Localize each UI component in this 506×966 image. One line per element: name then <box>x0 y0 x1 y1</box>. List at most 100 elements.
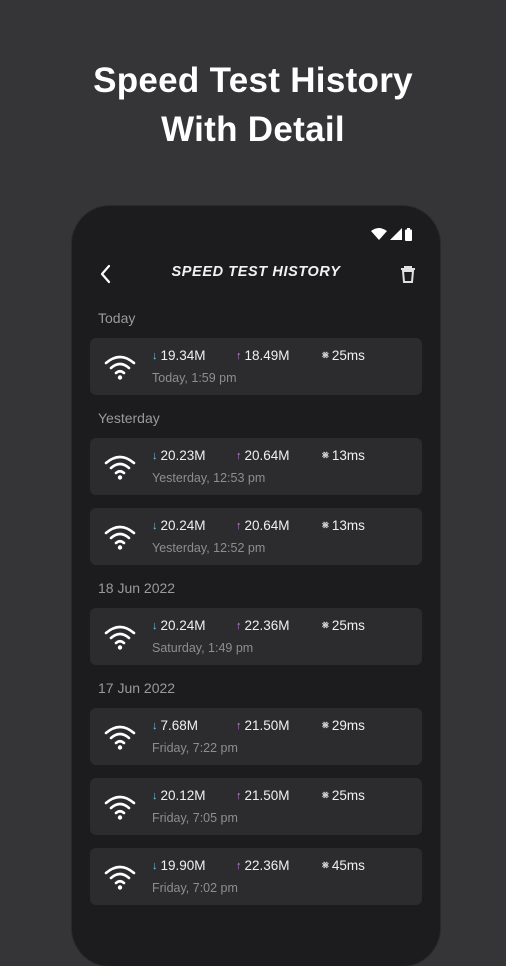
ping-value: 13ms <box>331 518 365 533</box>
ping-icon: ⨳ <box>322 619 329 631</box>
history-entry[interactable]: ↓ 7.68M ↑ 21.50M ⨳ 29ms Friday, 7:22 pm <box>90 708 422 765</box>
wifi-icon <box>104 725 136 750</box>
arrow-up-icon: ↑ <box>236 619 242 632</box>
wifi-icon <box>104 865 136 890</box>
headline-line-2: With Detail <box>161 110 345 149</box>
promo-headline: Speed Test History With Detail <box>0 56 506 154</box>
history-entry[interactable]: ↓ 19.90M ↑ 22.36M ⨳ 45ms Friday, 7:02 pm <box>90 848 422 905</box>
ping-metric: ⨳ 45ms <box>322 858 365 873</box>
history-entry[interactable]: ↓ 19.34M ↑ 18.49M ⨳ 25ms Today, 1:59 pm <box>90 338 422 395</box>
entry-timestamp: Friday, 7:05 pm <box>152 811 238 825</box>
signal-icon <box>390 228 402 240</box>
history-entry[interactable]: ↓ 20.12M ↑ 21.50M ⨳ 25ms Friday, 7:05 pm <box>90 778 422 835</box>
download-metric: ↓ 7.68M <box>152 718 236 733</box>
entry-metrics: ↓ 19.90M ↑ 22.36M ⨳ 45ms <box>152 858 365 873</box>
arrow-down-icon: ↓ <box>152 789 158 802</box>
entry-metrics: ↓ 20.23M ↑ 20.64M ⨳ 13ms <box>152 448 365 463</box>
wifi-icon <box>104 525 136 550</box>
download-metric: ↓ 20.24M <box>152 518 236 533</box>
upload-value: 20.64M <box>244 518 290 533</box>
download-value: 20.24M <box>160 518 206 533</box>
ping-icon: ⨳ <box>322 719 329 731</box>
download-value: 20.12M <box>160 788 206 803</box>
group-header: Today <box>98 310 136 326</box>
arrow-down-icon: ↓ <box>152 619 158 632</box>
entry-timestamp: Friday, 7:22 pm <box>152 741 238 755</box>
ping-value: 29ms <box>331 718 365 733</box>
entry-timestamp: Friday, 7:02 pm <box>152 881 238 895</box>
page-title: SPEED TEST HISTORY <box>171 264 341 280</box>
arrow-down-icon: ↓ <box>152 719 158 732</box>
entry-metrics: ↓ 19.34M ↑ 18.49M ⨳ 25ms <box>152 348 365 363</box>
wifi-icon <box>104 625 136 650</box>
group-header: Yesterday <box>98 410 160 426</box>
ping-metric: ⨳ 13ms <box>322 518 365 533</box>
download-metric: ↓ 19.34M <box>152 348 236 363</box>
headline-line-1: Speed Test History <box>93 61 413 100</box>
history-list: Today ↓ 19.34M ↑ 18.49M ⨳ 25ms Today, 1:59 pm Y… <box>72 302 440 918</box>
upload-metric: ↑ 21.50M <box>236 718 322 733</box>
arrow-down-icon: ↓ <box>152 519 158 532</box>
ping-icon: ⨳ <box>322 449 329 461</box>
ping-metric: ⨳ 25ms <box>322 788 365 803</box>
ping-metric: ⨳ 13ms <box>322 448 365 463</box>
upload-value: 22.36M <box>244 618 290 633</box>
ping-metric: ⨳ 29ms <box>322 718 365 733</box>
arrow-down-icon: ↓ <box>152 349 158 362</box>
history-entry[interactable]: ↓ 20.24M ↑ 20.64M ⨳ 13ms Yesterday, 12:52 pm <box>90 508 422 565</box>
entry-metrics: ↓ 7.68M ↑ 21.50M ⨳ 29ms <box>152 718 365 733</box>
delete-history-button[interactable] <box>396 262 420 286</box>
history-entry[interactable]: ↓ 20.24M ↑ 22.36M ⨳ 25ms Saturday, 1:49 pm <box>90 608 422 665</box>
entry-timestamp: Saturday, 1:49 pm <box>152 641 254 655</box>
ping-icon: ⨳ <box>322 859 329 871</box>
arrow-down-icon: ↓ <box>152 859 158 872</box>
entry-timestamp: Yesterday, 12:53 pm <box>152 471 266 485</box>
app-bar: SPEED TEST HISTORY <box>72 254 440 294</box>
download-value: 7.68M <box>160 718 199 733</box>
download-metric: ↓ 20.23M <box>152 448 236 463</box>
ping-value: 13ms <box>331 448 365 463</box>
entry-metrics: ↓ 20.24M ↑ 22.36M ⨳ 25ms <box>152 618 365 633</box>
download-value: 19.90M <box>160 858 206 873</box>
upload-metric: ↑ 20.64M <box>236 518 322 533</box>
ping-value: 45ms <box>331 858 365 873</box>
ping-metric: ⨳ 25ms <box>322 348 365 363</box>
entry-timestamp: Yesterday, 12:52 pm <box>152 541 266 555</box>
upload-value: 22.36M <box>244 858 290 873</box>
upload-metric: ↑ 22.36M <box>236 858 322 873</box>
ping-value: 25ms <box>331 618 365 633</box>
upload-value: 18.49M <box>244 348 290 363</box>
upload-value: 21.50M <box>244 788 290 803</box>
status-bar <box>371 226 412 242</box>
history-entry[interactable]: ↓ 20.23M ↑ 20.64M ⨳ 13ms Yesterday, 12:53 pm <box>90 438 422 495</box>
wifi-status-icon <box>371 228 387 240</box>
entry-metrics: ↓ 20.12M ↑ 21.50M ⨳ 25ms <box>152 788 365 803</box>
download-value: 20.23M <box>160 448 206 463</box>
download-metric: ↓ 19.90M <box>152 858 236 873</box>
ping-icon: ⨳ <box>322 519 329 531</box>
arrow-up-icon: ↑ <box>236 859 242 872</box>
wifi-icon <box>104 795 136 820</box>
arrow-up-icon: ↑ <box>236 519 242 532</box>
upload-value: 21.50M <box>244 718 290 733</box>
upload-metric: ↑ 22.36M <box>236 618 322 633</box>
arrow-down-icon: ↓ <box>152 449 158 462</box>
download-value: 19.34M <box>160 348 206 363</box>
trash-icon <box>401 266 415 283</box>
arrow-up-icon: ↑ <box>236 349 242 362</box>
arrow-up-icon: ↑ <box>236 719 242 732</box>
download-metric: ↓ 20.12M <box>152 788 236 803</box>
ping-icon: ⨳ <box>322 789 329 801</box>
group-header: 17 Jun 2022 <box>98 680 176 696</box>
arrow-up-icon: ↑ <box>236 789 242 802</box>
download-value: 20.24M <box>160 618 206 633</box>
entry-timestamp: Today, 1:59 pm <box>152 371 237 385</box>
wifi-icon <box>104 355 136 380</box>
upload-metric: ↑ 21.50M <box>236 788 322 803</box>
ping-metric: ⨳ 25ms <box>322 618 365 633</box>
wifi-icon <box>104 455 136 480</box>
phone-frame: SPEED TEST HISTORY Today ↓ 19.34M ↑ 18.49M ⨳… <box>72 206 440 966</box>
ping-value: 25ms <box>331 788 365 803</box>
entry-metrics: ↓ 20.24M ↑ 20.64M ⨳ 13ms <box>152 518 365 533</box>
upload-metric: ↑ 18.49M <box>236 348 322 363</box>
